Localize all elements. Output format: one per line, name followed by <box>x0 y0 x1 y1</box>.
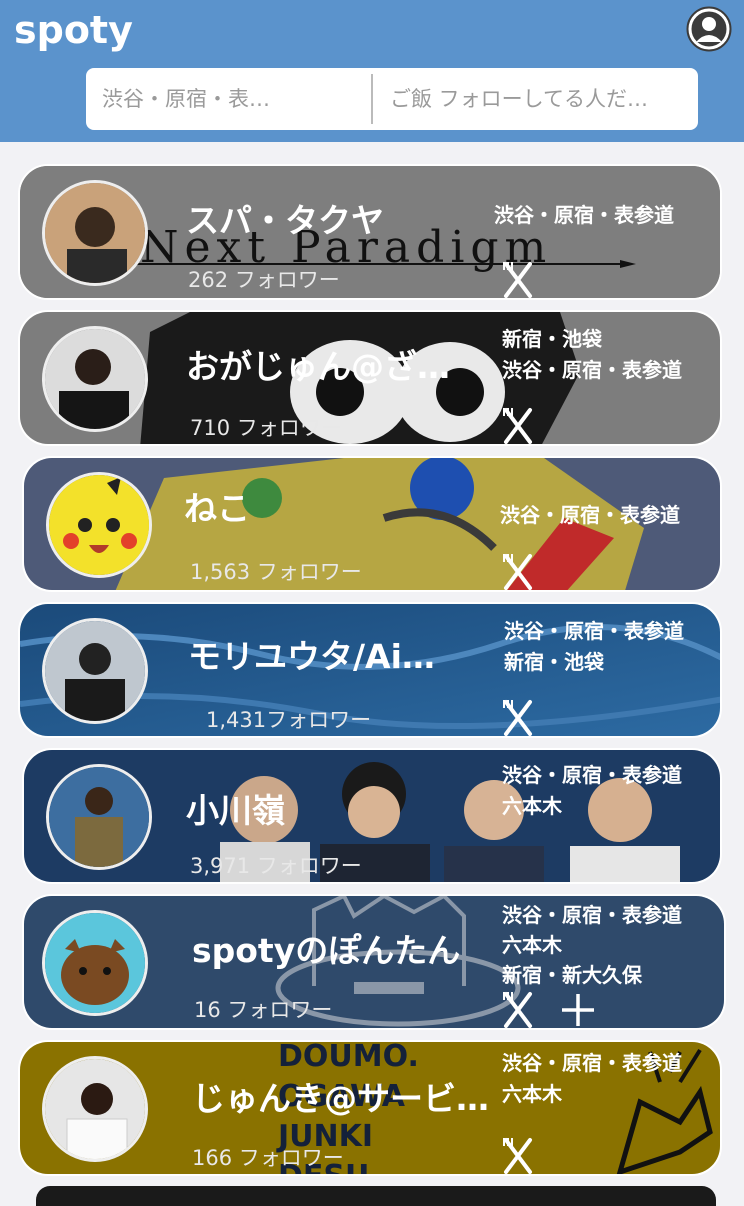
area-label: 渋谷・原宿・表参道 <box>504 619 684 643</box>
area-list: 新宿・池袋 渋谷・原宿・表参道 <box>502 324 682 386</box>
plus-icon[interactable] <box>560 992 596 1028</box>
area-label: 渋谷・原宿・表参道 <box>502 1051 682 1075</box>
fork-knife-icon <box>500 990 536 1028</box>
user-card[interactable]: 小川嶺 3,971 フォロワー 渋谷・原宿・表参道 六本木 <box>22 748 722 884</box>
area-list: 渋谷・原宿・表参道 六本木 新宿・新大久保 <box>502 900 682 990</box>
user-card[interactable]: DOUMO. OGAWA JUNKI DESU じゅんき@サービ… 166 フォ… <box>18 1040 722 1176</box>
user-card-partial[interactable] <box>36 1186 716 1206</box>
user-name: おがじゅん@ざ… <box>186 347 450 386</box>
follower-count: 1,563 フォロワー <box>190 560 362 584</box>
profile-icon[interactable] <box>684 4 734 54</box>
user-name: スパ・タクヤ <box>186 201 384 240</box>
follower-count: 3,971 フォロワー <box>190 854 362 878</box>
area-list: 渋谷・原宿・表参道 六本木 <box>502 760 682 822</box>
keyword-search-input[interactable] <box>390 68 690 130</box>
avatar[interactable] <box>42 910 148 1016</box>
follower-count: 166 フォロワー <box>192 1146 344 1170</box>
search-bar <box>86 68 698 130</box>
user-name: モリユウタ/Ai… <box>188 637 435 676</box>
fork-knife-icon <box>500 260 536 298</box>
search-divider <box>371 74 373 124</box>
area-label: 渋谷・原宿・表参道 <box>502 358 682 382</box>
area-list: 渋谷・原宿・表参道 六本木 <box>502 1048 682 1110</box>
area-label: 渋谷・原宿・表参道 <box>494 203 674 227</box>
bg-text: DOUMO. <box>278 1042 419 1074</box>
avatar[interactable] <box>46 472 152 578</box>
area-label: 六本木 <box>502 933 562 957</box>
fork-knife-icon <box>500 406 536 444</box>
follower-count: 710 フォロワー <box>190 416 342 440</box>
user-name: じゅんき@サービ… <box>192 1079 489 1118</box>
area-label: 六本木 <box>502 1082 562 1106</box>
area-label: 新宿・池袋 <box>502 327 602 351</box>
user-name: spotyのぽんたん <box>192 931 461 970</box>
fork-knife-icon <box>500 552 536 590</box>
area-list: 渋谷・原宿・表参道 <box>500 500 680 531</box>
user-card[interactable]: ねこ 1,563 フォロワー 渋谷・原宿・表参道 <box>22 456 722 592</box>
user-card[interactable]: おがじゅん@ざ… 710 フォロワー 新宿・池袋 渋谷・原宿・表参道 <box>18 310 722 446</box>
user-name: ねこ <box>184 489 250 528</box>
app-logo[interactable]: spoty <box>14 8 133 52</box>
user-card[interactable]: モリユウタ/Ai… 1,431フォロワー 渋谷・原宿・表参道 新宿・池袋 <box>18 602 722 738</box>
area-label: 六本木 <box>502 794 562 818</box>
fork-knife-icon <box>500 698 536 736</box>
avatar[interactable] <box>46 764 152 870</box>
area-label: 新宿・池袋 <box>504 650 604 674</box>
avatar[interactable] <box>42 618 148 724</box>
fork-knife-icon <box>500 1136 536 1174</box>
follower-count: 1,431フォロワー <box>206 708 372 732</box>
avatar[interactable] <box>42 1056 148 1162</box>
area-list: 渋谷・原宿・表参道 新宿・池袋 <box>504 616 684 678</box>
follower-count: 16 フォロワー <box>194 998 333 1022</box>
app-header: spoty <box>0 0 744 142</box>
area-label: 新宿・新大久保 <box>502 963 642 987</box>
area-label: 渋谷・原宿・表参道 <box>500 503 680 527</box>
follower-count: 262 フォロワー <box>188 268 340 292</box>
avatar[interactable] <box>42 326 148 432</box>
user-card[interactable]: Next Paradigm スパ・タクヤ 262 フォロワー 渋谷・原宿・表参道 <box>18 164 722 300</box>
avatar[interactable] <box>42 180 148 286</box>
area-label: 渋谷・原宿・表参道 <box>502 763 682 787</box>
area-list: 渋谷・原宿・表参道 <box>494 200 674 231</box>
user-card[interactable]: spotyのぽんたん 16 フォロワー 渋谷・原宿・表参道 六本木 新宿・新大久… <box>22 894 726 1030</box>
area-label: 渋谷・原宿・表参道 <box>502 903 682 927</box>
user-name: 小川嶺 <box>186 791 285 830</box>
area-search-input[interactable] <box>102 68 362 130</box>
